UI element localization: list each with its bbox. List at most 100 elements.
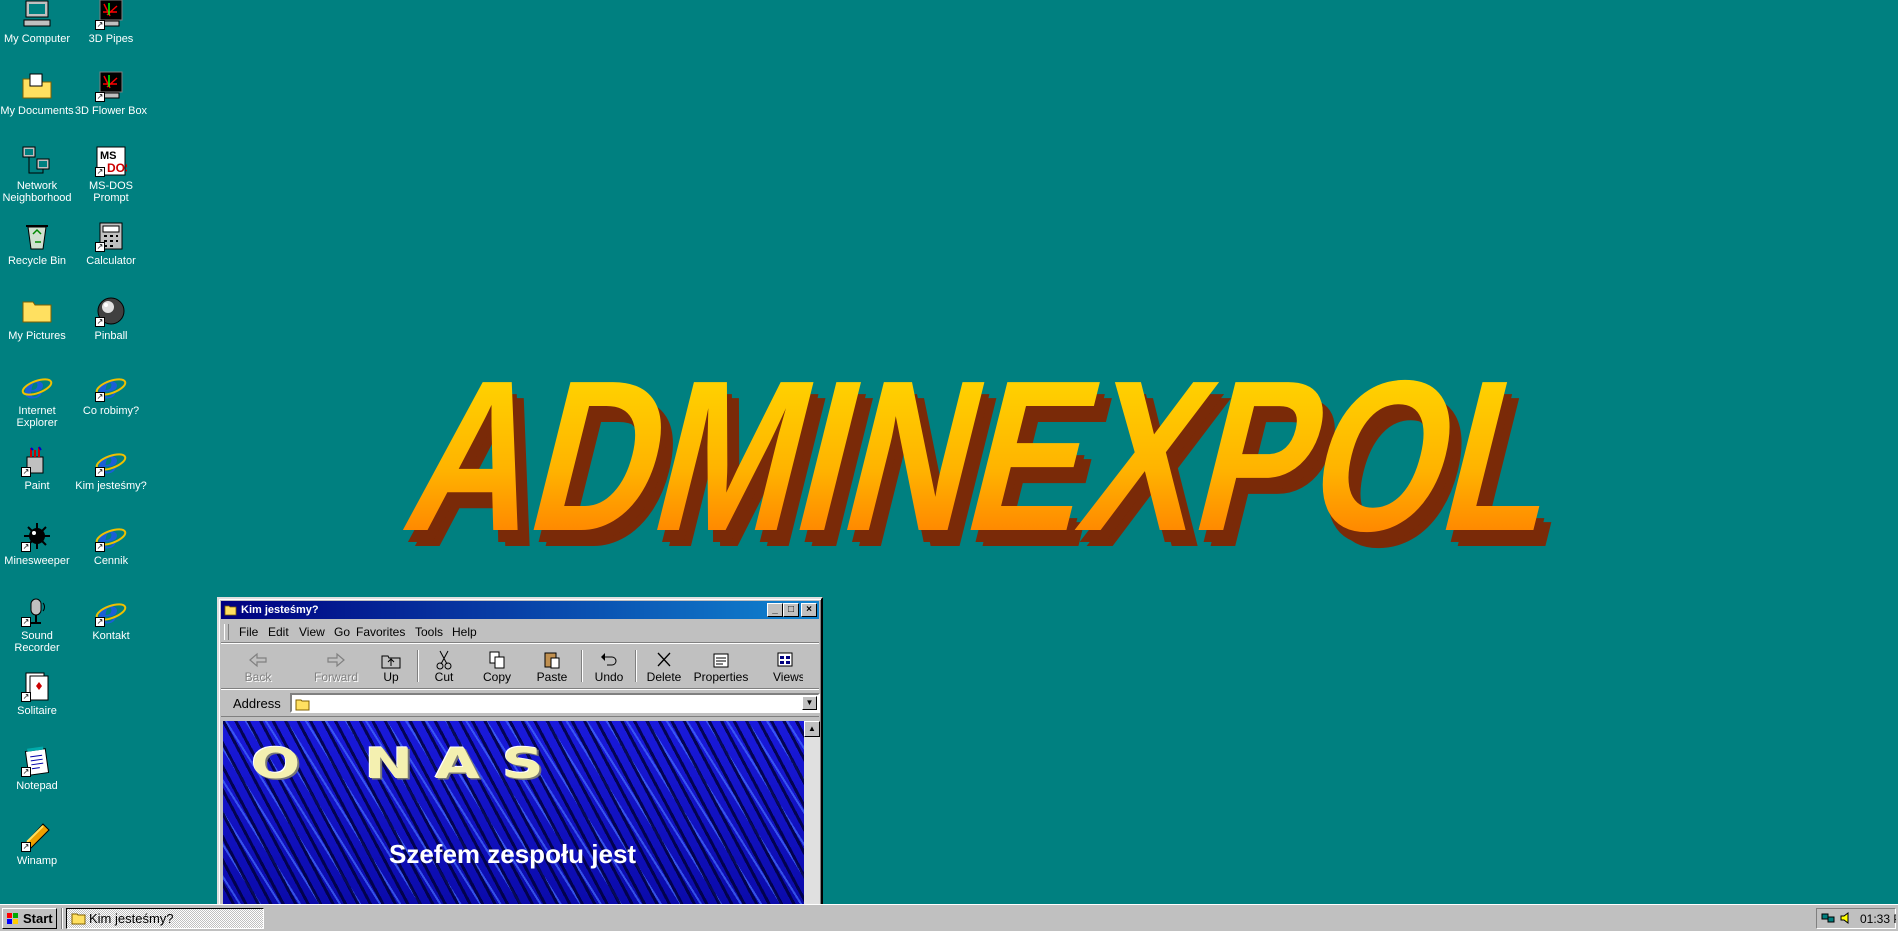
close-button[interactable]: × — [801, 603, 817, 617]
folder-documents-icon — [21, 70, 53, 102]
windows-logo-icon — [7, 913, 18, 924]
desktop-icon-label: My Computer — [3, 33, 71, 45]
delete-button[interactable]: Delete — [641, 648, 687, 686]
volume-icon[interactable] — [1839, 911, 1853, 925]
start-button[interactable]: Start — [2, 908, 57, 929]
internet-explorer-icon: e ↗ — [95, 520, 127, 552]
menu-file[interactable]: File — [239, 625, 258, 639]
views-icon — [777, 652, 793, 667]
shortcut-arrow-icon: ↗ — [21, 617, 31, 627]
my-computer-icon — [21, 0, 53, 30]
shortcut-arrow-icon: ↗ — [95, 167, 105, 177]
desktop-icon-3d-flower-box[interactable]: ↗ 3D Flower Box — [74, 70, 148, 117]
desktop-icon-label: MS-DOS Prompt — [89, 180, 133, 204]
internet-explorer-icon: e — [21, 370, 53, 402]
vertical-scrollbar[interactable]: ▲ — [804, 721, 820, 905]
views-button[interactable]: Views — [767, 648, 803, 686]
desktop-icon-co-robimy[interactable]: e ↗ Co robimy? — [74, 370, 148, 417]
network-icon — [21, 145, 53, 177]
back-arrow-icon — [249, 652, 267, 668]
desktop-icon-kim-jesteśmy[interactable]: e ↗ Kim jesteśmy? — [74, 445, 148, 492]
window-titlebar[interactable]: Kim jesteśmy? _ □ × — [221, 601, 819, 619]
minimize-button[interactable]: _ — [767, 603, 783, 617]
desktop-icon-label: 3D Pipes — [88, 33, 134, 45]
desktop-icon-minesweeper[interactable]: ↗ Minesweeper — [0, 520, 74, 567]
desktop-icon-ms-dos-prompt[interactable]: MSDOS↗ MS-DOS Prompt — [74, 145, 148, 204]
menu-go[interactable]: Go — [334, 625, 350, 639]
menu-grip — [224, 624, 229, 640]
desktop-icon-sound-recorder[interactable]: ↗ Sound Recorder — [0, 595, 74, 654]
shortcut-arrow-icon: ↗ — [95, 617, 105, 627]
forward-button[interactable]: Forward — [305, 648, 367, 686]
standard-toolbar: Back Forward Up Cut Copy Paste Undo Dele… — [221, 643, 819, 689]
back-button[interactable]: Back — [235, 648, 281, 686]
network-tray-icon[interactable] — [1821, 911, 1835, 925]
desktop-icon-label: Pinball — [94, 330, 128, 342]
address-bar: Address ▼ — [221, 689, 820, 717]
desktop-icon-label: Calculator — [86, 255, 136, 267]
undo-label: Undo — [594, 670, 624, 684]
desktop-icon-3d-pipes[interactable]: ↗ 3D Pipes — [74, 0, 148, 45]
views-label: Views — [773, 670, 803, 684]
cut-button[interactable]: Cut — [424, 648, 464, 686]
menu-edit[interactable]: Edit — [268, 625, 289, 639]
taskbar-divider — [61, 908, 63, 929]
desktop-icon-winamp[interactable]: ↗ Winamp — [0, 820, 74, 867]
taskbar-window-label: Kim jesteśmy? — [89, 911, 174, 926]
address-dropdown-button[interactable]: ▼ — [802, 696, 817, 710]
adminexpol-banner: ADMINEXPOL ADMINEXPOL ADMINEXPOL — [395, 336, 1595, 580]
shortcut-arrow-icon: ↗ — [21, 542, 31, 552]
paint-icon: ↗ — [21, 445, 53, 477]
copy-button[interactable]: Copy — [477, 648, 517, 686]
desktop-icon-label: Co robimy? — [82, 405, 140, 417]
desktop-icon-label: Cennik — [93, 555, 129, 567]
properties-icon — [713, 653, 729, 668]
paste-icon — [544, 652, 560, 669]
clock[interactable]: 01:33 PM — [1860, 912, 1896, 926]
menu-tools[interactable]: Tools — [415, 625, 443, 639]
svg-text:DOS: DOS — [107, 161, 127, 175]
desktop: { "desktop": { "background": "#008080", … — [0, 0, 1898, 931]
maximize-button[interactable]: □ — [783, 603, 799, 617]
address-input[interactable]: ▼ — [290, 693, 820, 713]
scroll-up-button[interactable]: ▲ — [804, 721, 820, 737]
desktop-icon-cennik[interactable]: e ↗ Cennik — [74, 520, 148, 567]
taskbar-window-button[interactable]: Kim jesteśmy? — [66, 908, 264, 929]
back-label: Back — [244, 670, 272, 684]
desktop-icon-label: Kim jesteśmy? — [75, 480, 147, 492]
desktop-icon-label: Kontakt — [92, 630, 130, 642]
banner-text: ADMINEXPOL — [395, 336, 1587, 576]
desktop-icon-network-neighborhood[interactable]: Network Neighborhood — [0, 145, 74, 204]
properties-button[interactable]: Properties — [691, 648, 751, 686]
scissors-icon — [436, 650, 452, 670]
paste-button[interactable]: Paste — [530, 648, 574, 686]
up-folder-icon — [381, 655, 401, 669]
desktop-icon-pinball[interactable]: ↗ Pinball — [74, 295, 148, 342]
desktop-icon-notepad[interactable]: ↗ Notepad — [0, 745, 74, 792]
desktop-icon-calculator[interactable]: ↗ Calculator — [74, 220, 148, 267]
desktop-icon-kontakt[interactable]: e ↗ Kontakt — [74, 595, 148, 642]
desktop-icon-internet-explorer[interactable]: e Internet Explorer — [0, 370, 74, 429]
winamp-icon: ↗ — [21, 820, 53, 852]
menu-help[interactable]: Help — [452, 625, 477, 639]
shortcut-arrow-icon: ↗ — [95, 542, 105, 552]
menu-favorites[interactable]: Favorites — [356, 625, 405, 639]
address-label: Address — [233, 696, 281, 711]
desktop-icon-solitaire[interactable]: ↗ Solitaire — [0, 670, 74, 717]
properties-label: Properties — [693, 670, 749, 684]
copy-label: Copy — [482, 670, 511, 684]
desktop-icon-my-pictures[interactable]: My Pictures — [0, 295, 74, 342]
undo-button[interactable]: Undo — [589, 648, 629, 686]
desktop-icon-recycle-bin[interactable]: Recycle Bin — [0, 220, 74, 267]
shortcut-arrow-icon: ↗ — [95, 242, 105, 252]
desktop-icon-label: Recycle Bin — [7, 255, 67, 267]
folder-icon — [71, 913, 86, 925]
desktop-icon-my-documents[interactable]: My Documents — [0, 70, 74, 117]
menu-view[interactable]: View — [299, 625, 325, 639]
up-button[interactable]: Up — [371, 648, 411, 686]
desktop-icon-my-computer[interactable]: My Computer — [0, 0, 74, 45]
folder-icon — [21, 295, 53, 327]
explorer-window[interactable]: Kim jesteśmy? _ □ × File Edit View Go Fa… — [217, 597, 823, 907]
desktop-icon-paint[interactable]: ↗ Paint — [0, 445, 74, 492]
desktop-icon-label: Minesweeper — [4, 555, 70, 567]
